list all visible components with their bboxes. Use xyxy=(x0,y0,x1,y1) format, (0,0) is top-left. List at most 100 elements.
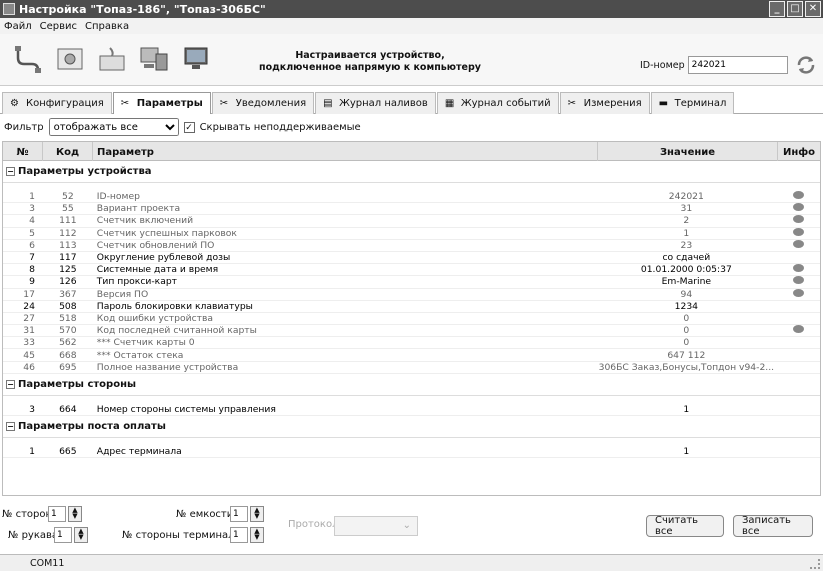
table-row[interactable]: 33 562 *** Счетчик карты 0 0 xyxy=(3,337,820,350)
table-row[interactable]: 1 52 ID-номер 242021 xyxy=(3,191,820,204)
row-value[interactable]: 306БС Заказ,Бонусы,Топдон v94-2... xyxy=(597,362,777,373)
info-bubble-icon[interactable] xyxy=(792,276,804,285)
row-value[interactable]: 242021 xyxy=(597,191,777,202)
monitor-icon[interactable] xyxy=(178,42,214,76)
menu-file[interactable]: Файл xyxy=(4,21,32,32)
info-bubble-icon[interactable] xyxy=(792,227,804,236)
table-row[interactable]: 3 664 Номер стороны системы управления 1 xyxy=(3,404,820,416)
hose-spinner[interactable]: ▲▼ xyxy=(54,527,88,543)
term-side-input[interactable] xyxy=(230,527,248,543)
tank-input[interactable] xyxy=(230,506,248,522)
cable-icon[interactable] xyxy=(10,42,46,76)
side-spinner[interactable]: ▲▼ xyxy=(48,506,82,522)
row-value[interactable]: 647 112 xyxy=(597,350,777,361)
row-value[interactable]: 2 xyxy=(597,215,777,226)
table-row[interactable]: 27 518 Код ошибки устройства 0 xyxy=(3,313,820,326)
row-value[interactable]: 01.01.2000 0:05:37 xyxy=(597,264,777,275)
row-value[interactable]: 1 xyxy=(597,228,777,239)
settings-chip-icon[interactable] xyxy=(52,42,88,76)
row-info[interactable] xyxy=(776,191,820,202)
tab-config[interactable]: ⚙ Конфигурация xyxy=(2,92,112,114)
row-info[interactable] xyxy=(776,288,820,300)
protocol-select[interactable]: ⌄ xyxy=(334,516,418,536)
side-spin-buttons[interactable]: ▲ ▼ xyxy=(68,506,82,522)
info-bubble-icon[interactable] xyxy=(792,203,804,212)
hose-spin-buttons[interactable]: ▲ ▼ xyxy=(74,527,88,543)
row-value[interactable]: 1234 xyxy=(597,301,777,312)
row-info[interactable] xyxy=(776,325,820,336)
hose-input[interactable] xyxy=(54,527,72,543)
row-info[interactable] xyxy=(776,203,820,214)
row-info[interactable] xyxy=(776,239,820,251)
row-value[interactable]: 1 xyxy=(597,404,777,415)
hide-unsupported-checkbox[interactable]: ✓ xyxy=(183,121,195,133)
info-bubble-icon[interactable] xyxy=(792,239,804,248)
row-info[interactable] xyxy=(776,276,820,287)
minimize-button[interactable]: _ xyxy=(769,1,785,17)
write-all-button[interactable]: Записать все xyxy=(733,515,813,537)
table-row[interactable]: 1 665 Адрес терминала 1 xyxy=(3,446,820,459)
section-header[interactable]: − Параметры стороны xyxy=(3,373,820,396)
tab-params[interactable]: ✂ Параметры xyxy=(112,92,211,114)
table-row[interactable]: 3 55 Вариант проекта 31 xyxy=(3,203,820,216)
table-row[interactable]: 7 117 Округление рублевой дозы со сдачей xyxy=(3,252,820,265)
table-row[interactable]: 6 113 Счетчик обновлений ПО 23 xyxy=(3,239,820,252)
info-bubble-icon[interactable] xyxy=(792,191,804,200)
row-value[interactable]: со сдачей xyxy=(597,252,777,263)
id-number-input[interactable] xyxy=(687,56,788,74)
table-row[interactable]: 4 111 Счетчик включений 2 xyxy=(3,215,820,228)
computer-icon[interactable] xyxy=(136,42,172,76)
col-value[interactable]: Значение xyxy=(598,142,778,162)
section-header[interactable]: − Параметры поста оплаты xyxy=(3,416,820,438)
tank-spinner[interactable]: ▲▼ xyxy=(230,506,264,522)
table-row[interactable]: 17 367 Версия ПО 94 xyxy=(3,288,820,301)
refresh-icon[interactable] xyxy=(795,54,817,76)
collapse-icon[interactable]: − xyxy=(6,379,15,389)
row-value[interactable]: 0 xyxy=(597,337,777,348)
tab-measure[interactable]: ✂ Измерения xyxy=(559,92,650,114)
info-bubble-icon[interactable] xyxy=(792,325,804,334)
info-bubble-icon[interactable] xyxy=(792,288,804,297)
collapse-icon[interactable]: − xyxy=(6,422,15,431)
info-bubble-icon[interactable] xyxy=(792,215,804,224)
menu-service[interactable]: Сервис xyxy=(40,21,77,32)
tab-fuel-log[interactable]: ▤ Журнал наливов xyxy=(315,92,436,114)
tab-events-log[interactable]: ▦ Журнал событий xyxy=(436,92,559,114)
row-value[interactable]: Em-Marine xyxy=(597,276,777,287)
row-value[interactable]: 23 xyxy=(597,240,777,251)
device-icon[interactable] xyxy=(94,42,130,76)
row-value[interactable]: 31 xyxy=(597,203,777,214)
col-n[interactable]: № xyxy=(3,142,43,162)
row-value[interactable]: 0 xyxy=(597,325,777,336)
row-info[interactable] xyxy=(776,227,820,239)
row-value[interactable]: 0 xyxy=(597,313,777,324)
read-all-button[interactable]: Считать все xyxy=(646,515,724,537)
term-side-spin-buttons[interactable]: ▲ ▼ xyxy=(250,527,264,543)
menu-help[interactable]: Справка xyxy=(85,21,129,32)
section-header[interactable]: − Параметры устройства xyxy=(3,161,820,183)
table-row[interactable]: 45 668 *** Остаток стека 647 112 xyxy=(3,349,820,362)
tab-terminal[interactable]: ▬ Терминал xyxy=(650,92,735,114)
collapse-icon[interactable]: − xyxy=(6,167,15,176)
col-param[interactable]: Параметр xyxy=(93,142,598,162)
resize-grip[interactable] xyxy=(810,559,820,569)
term-side-spinner[interactable]: ▲▼ xyxy=(230,527,264,543)
col-info[interactable]: Инфо xyxy=(778,142,820,162)
table-row[interactable]: 8 125 Системные дата и время 01.01.2000 0:0… xyxy=(3,264,820,277)
row-value[interactable]: 1 xyxy=(597,446,777,457)
row-info[interactable] xyxy=(776,264,820,275)
row-value[interactable]: 94 xyxy=(597,289,777,300)
col-code[interactable]: Код xyxy=(43,142,93,162)
info-bubble-icon[interactable] xyxy=(792,264,804,273)
table-row[interactable]: 46 695 Полное название устройства 306БС Зак… xyxy=(3,362,820,374)
table-row[interactable]: 9 126 Тип прокси-карт Em-Marine xyxy=(3,276,820,289)
tab-notify[interactable]: ✂ Уведомления xyxy=(211,92,315,114)
close-button[interactable]: ✕ xyxy=(805,1,821,17)
table-row[interactable]: 24 508 Пароль блокировки клавиатуры 1234 xyxy=(3,301,820,313)
maximize-button[interactable]: □ xyxy=(787,1,803,17)
row-info[interactable] xyxy=(776,215,820,226)
filter-select[interactable]: отображать все xyxy=(48,118,179,136)
tank-spin-buttons[interactable]: ▲ ▼ xyxy=(250,506,264,522)
table-row[interactable]: 31 570 Код последней считанной карты 0 xyxy=(3,325,820,338)
table-row[interactable]: 5 112 Счетчик успешных парковок 1 xyxy=(3,227,820,240)
